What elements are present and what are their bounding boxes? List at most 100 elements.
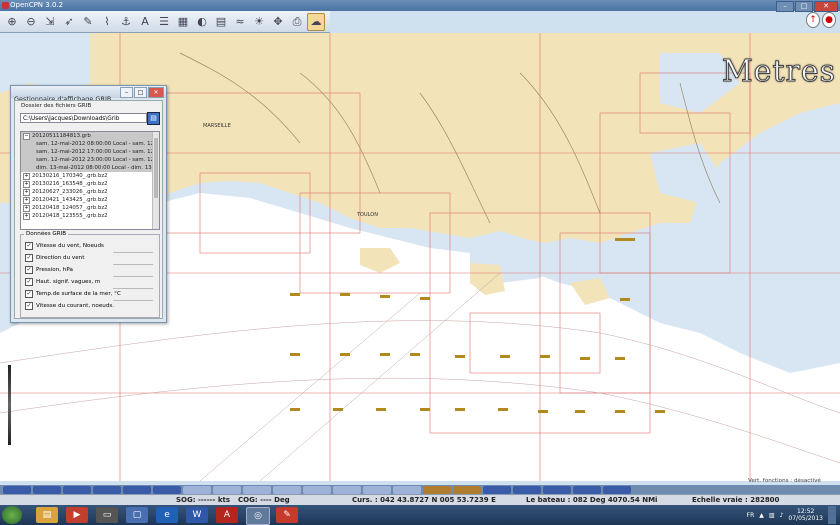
volume-icon[interactable]: ♪	[780, 512, 784, 519]
gps-status-icon[interactable]: ●	[822, 12, 836, 28]
piano-key[interactable]	[393, 486, 421, 494]
piano-key[interactable]	[333, 486, 361, 494]
option-wave-height[interactable]: ✓ Haut. signif. vagues, m	[25, 277, 100, 287]
grib-file-tree[interactable]: −20120511184813.grb sam. 12-mai-2012 08:…	[20, 131, 160, 230]
window-icon[interactable]: ▢	[126, 507, 148, 523]
piano-key[interactable]	[3, 486, 31, 494]
checkbox[interactable]: ✓	[25, 254, 33, 262]
route-icon[interactable]: ⌇	[98, 13, 116, 31]
piano-key[interactable]	[153, 486, 181, 494]
piano-key[interactable]	[273, 486, 301, 494]
pdf-icon[interactable]: A	[216, 507, 238, 523]
piano-key[interactable]	[93, 486, 121, 494]
checkbox[interactable]: ✓	[25, 278, 33, 286]
close-button[interactable]: ✕	[814, 1, 838, 12]
tree-file-row[interactable]: −20120511184813.grb	[21, 132, 159, 140]
piano-key[interactable]	[363, 486, 391, 494]
piano-key[interactable]	[483, 486, 511, 494]
option-current-speed[interactable]: ✓ Vitesse du courant, noeuds.	[25, 301, 114, 311]
start-button[interactable]	[2, 506, 22, 524]
piano-key[interactable]	[603, 486, 631, 494]
grib-close-button[interactable]: ✕	[148, 87, 164, 98]
pencil-icon[interactable]: ✎	[79, 13, 97, 31]
sheet-icon[interactable]: ▤	[212, 13, 230, 31]
option-wind-speed[interactable]: ✓ Vitesse du vent, Noeuds	[25, 241, 104, 251]
option-sea-temp[interactable]: ✓ Temp.de surface de la mer, °C	[25, 289, 121, 299]
piano-key[interactable]	[513, 486, 541, 494]
open-folder-icon[interactable]: ▤	[147, 112, 160, 125]
grib-icon[interactable]: ☁	[307, 12, 325, 31]
expand-icon[interactable]: +	[23, 180, 30, 188]
piano-key[interactable]	[213, 486, 241, 494]
piano-key[interactable]	[303, 486, 331, 494]
settings-icon[interactable]: ☰	[155, 13, 173, 31]
print-icon[interactable]: ⎙	[288, 13, 306, 31]
grib-minimize-button[interactable]: –	[120, 87, 133, 98]
network-icon[interactable]: ▥	[769, 512, 775, 519]
arrow-icon[interactable]: ➶	[60, 13, 78, 31]
tree-file-row[interactable]: +20120418_124057_.grb.bz2	[21, 204, 159, 212]
show-desktop-button[interactable]	[828, 506, 836, 524]
clock[interactable]: 12:52 07/05/2013	[788, 508, 823, 522]
tree-file-row[interactable]: +20120418_123555_.grb.bz2	[21, 212, 159, 220]
piano-key[interactable]	[423, 486, 451, 494]
piano-key[interactable]	[453, 486, 481, 494]
checkbox[interactable]: ✓	[25, 266, 33, 274]
tree-file-row[interactable]: +20130216_170340_.grb.bz2	[21, 172, 159, 180]
minimize-button[interactable]: –	[776, 1, 794, 12]
tree-file-row[interactable]: +20120627_233026_.grb.bz2	[21, 188, 159, 196]
north-up-icon[interactable]: ↑	[806, 12, 820, 28]
ie-icon[interactable]: e	[156, 507, 178, 523]
current-icon[interactable]: ✥	[269, 13, 287, 31]
paint-icon[interactable]: ✎	[276, 507, 298, 523]
tree-record-row[interactable]: dim. 13-mai-2012 08:00:00 Local - dim. 1…	[21, 164, 159, 172]
piano-key[interactable]	[63, 486, 91, 494]
label-marseille: MARSEILLE	[203, 123, 231, 129]
gauge-icon[interactable]: ◐	[193, 13, 211, 31]
anchor-icon[interactable]: ⚓	[117, 13, 135, 31]
language-indicator[interactable]: FR	[747, 512, 755, 519]
maximize-button[interactable]: □	[795, 1, 813, 12]
scrollbar-thumb[interactable]	[154, 138, 158, 198]
checkbox[interactable]: ✓	[25, 302, 33, 310]
media-icon[interactable]: ▶	[66, 507, 88, 523]
piano-key[interactable]	[243, 486, 271, 494]
option-wind-direction[interactable]: ✓ Direction du vent	[25, 253, 84, 263]
expand-icon[interactable]: +	[23, 196, 30, 204]
grib-maximize-button[interactable]: □	[134, 87, 147, 98]
compass-widget[interactable]: ↑ ●	[806, 12, 836, 28]
tree-record-row[interactable]: sam. 12-mai-2012 17:00:00 Local - sam. 1…	[21, 148, 159, 156]
checkbox[interactable]: ✓	[25, 242, 33, 250]
scale-icon[interactable]: ⇲	[41, 13, 59, 31]
opencpn-task-icon[interactable]: ◎	[246, 507, 270, 525]
folder-label: Dossier des fichiers GRIB	[21, 103, 92, 109]
tree-scrollbar[interactable]	[152, 132, 159, 229]
expand-icon[interactable]: +	[23, 212, 30, 220]
text-icon[interactable]: A	[136, 13, 154, 31]
tree-record-row[interactable]: sam. 12-mai-2012 08:00:00 Local - sam. 1…	[21, 140, 159, 148]
folder-path-field[interactable]: C:\Users\Jacques\Downloads\Grib	[20, 113, 147, 123]
option-pressure[interactable]: ✓ Pression, hPa	[25, 265, 73, 275]
expand-icon[interactable]: +	[23, 172, 30, 180]
piano-key[interactable]	[33, 486, 61, 494]
expand-icon[interactable]: +	[23, 188, 30, 196]
explorer-icon[interactable]: ▤	[36, 507, 58, 523]
chart-icon[interactable]: ▦	[174, 13, 192, 31]
piano-key[interactable]	[573, 486, 601, 494]
zoom-in-icon[interactable]: ⊕	[3, 13, 21, 31]
app-icon[interactable]: ▭	[96, 507, 118, 523]
tree-file-row[interactable]: +20130216_163548_.grb.bz2	[21, 180, 159, 188]
tray-arrow-icon[interactable]: ▲	[759, 512, 764, 519]
word-icon[interactable]: W	[186, 507, 208, 523]
expand-icon[interactable]: +	[23, 204, 30, 212]
piano-key[interactable]	[183, 486, 211, 494]
tree-file-row[interactable]: +20120421_143425_.grb.bz2	[21, 196, 159, 204]
tide-icon[interactable]: ≈	[231, 13, 249, 31]
checkbox[interactable]: ✓	[25, 290, 33, 298]
zoom-out-icon[interactable]: ⊖	[22, 13, 40, 31]
piano-key[interactable]	[543, 486, 571, 494]
sun-icon[interactable]: ☀	[250, 13, 268, 31]
tree-record-row[interactable]: sam. 12-mai-2012 23:00:00 Local - sam. 1…	[21, 156, 159, 164]
collapse-icon[interactable]: −	[23, 132, 30, 140]
piano-key[interactable]	[123, 486, 151, 494]
